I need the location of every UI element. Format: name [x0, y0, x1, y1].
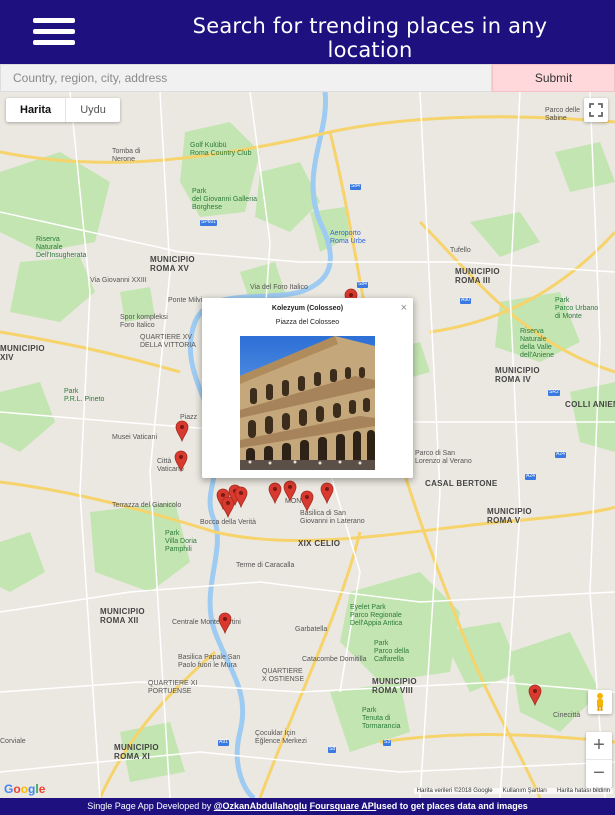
place-marker-icon[interactable]: [268, 482, 282, 505]
place-marker-icon[interactable]: [218, 612, 232, 635]
place-marker-icon[interactable]: [234, 486, 248, 509]
page-footer: Single Page App Developed by @OzkanAbdul…: [0, 798, 615, 815]
pegman-icon: [597, 693, 603, 711]
map-label-bocca: Bocca della Verità: [200, 519, 257, 526]
map-label-park-pamphili: Park Villa Doria Pamphili: [165, 530, 197, 554]
map-label-cocuklar: Çocuklar İçin Eğlence Merkezi: [255, 730, 307, 746]
map-label-park-borghese: Park del Giovanni Galleria Borghese: [192, 188, 257, 212]
info-window: × Kolezyum (Colosseo) Piazza del Colosse…: [202, 298, 413, 478]
map-type-control: Harita Uydu: [6, 98, 120, 122]
map-label-municipio-xi: MUNICIPIO ROMA XI: [114, 743, 159, 762]
page-title: Search for trending places in any locati…: [192, 14, 548, 62]
map-label-aeroporto: Aeroporto Roma Urbe: [330, 230, 366, 246]
map-label-via-giovanni: Via Giovanni XXIII: [90, 277, 147, 284]
attribution-data: Harita verileri ©2018 Google: [416, 788, 493, 794]
road-badge-a24: A24: [525, 473, 536, 480]
road-badge-s84-a: S84: [350, 183, 361, 190]
place-marker-icon[interactable]: [320, 482, 334, 505]
map-label-parco-sabine: Parco delle Sabine: [545, 107, 581, 123]
map-label-park-tor: Park Tenuta di Tormarancia: [362, 707, 401, 731]
map-type-map-button[interactable]: Harita: [6, 98, 67, 122]
map-label-municipio-iv: MUNICIPIO ROMA IV: [495, 366, 540, 385]
search-bar: Submit: [0, 64, 615, 92]
map-label-municipio-v: MUNICIPIO ROMA V: [487, 507, 532, 526]
app-header: Search for trending places in any locati…: [0, 0, 615, 64]
fullscreen-icon: [589, 103, 603, 117]
hamburger-bar-bottom: [33, 40, 75, 45]
map-label-xix-celio: XIX CELIO: [298, 539, 341, 548]
map-label-corviale: Corviale: [0, 738, 26, 745]
map-attribution: Harita verileri ©2018 Google Kullanım Şa…: [413, 788, 613, 794]
road-badge-a90: A90: [460, 297, 471, 304]
attribution-terms-link[interactable]: Kullanım Şartları: [503, 788, 547, 794]
road-badge-a91: A91: [218, 739, 229, 746]
map-label-municipio-xiv: MUNICIPIO XIV: [0, 344, 45, 363]
author-link[interactable]: @OzkanAbdullahoglu: [214, 801, 307, 811]
place-marker-icon[interactable]: [175, 420, 189, 443]
map-label-riserva-insugherata: Riserva Naturale Dell'Insugherata: [36, 236, 87, 260]
footer-prefix: Single Page App Developed by: [87, 801, 214, 811]
map-label-cinecitta: Cinecittà: [553, 712, 581, 719]
map-label-terrazza: Terrazza del Gianicolo: [112, 502, 182, 509]
map-label-riserva-aniene: Riserva Naturale della Valle dell'Aniene: [520, 328, 555, 360]
foursquare-api-link[interactable]: Foursquare API: [310, 801, 377, 811]
map-label-eyelet: Eyelet Park Parco Regionale Dell'Appia A…: [350, 604, 403, 628]
place-marker-icon[interactable]: [528, 684, 542, 707]
map-label-park-caffarella: Park Parco della Caffarella: [374, 640, 410, 664]
road-badge-sr2: SR2: [548, 389, 560, 396]
map-label-basilica-paolo: Basilica Papale San Paolo fuori le Mura: [178, 654, 241, 670]
map-label-colli-aniene: COLLI ANIENE: [565, 400, 615, 409]
road-badge-s84-b: S84: [357, 281, 368, 288]
place-marker-icon[interactable]: [174, 450, 188, 473]
map-type-satellite-button[interactable]: Uydu: [66, 98, 120, 122]
map-label-foro-italico: Via del Foro Italico: [250, 284, 308, 291]
zoom-in-button[interactable]: +: [586, 732, 612, 760]
map-label-casal-bertone: CASAL BERTONE: [425, 479, 498, 488]
map-label-quartiere-ostiense: QUARTIERE X OSTIENSE: [262, 668, 305, 684]
map-label-municipio-xv: MUNICIPIO ROMA XV: [150, 255, 195, 274]
map-label-catacombe: Catacombe Domitilla: [302, 656, 367, 663]
google-map[interactable]: Tomba di Nerone Golf Kulübü Roma Country…: [0, 92, 615, 798]
map-label-spor-kompleksi: Spor kompleksi Foro Italico: [120, 314, 168, 330]
hamburger-bar-top: [33, 18, 75, 23]
map-label-municipio-xii: MUNICIPIO ROMA XII: [100, 607, 145, 626]
location-search-input[interactable]: [0, 64, 492, 92]
map-label-san-giovanni: Basilica di San Giovanni in Laterano: [300, 510, 365, 526]
map-label-terme: Terme di Caracalla: [236, 562, 295, 569]
map-label-musei-vaticani: Musei Vaticani: [112, 434, 158, 441]
road-badge-a24-b: A24: [555, 451, 566, 458]
footer-suffix: used to get places data and images: [376, 801, 528, 811]
info-window-address: Piazza del Colosseo: [275, 319, 340, 326]
map-label-municipio-viii: MUNICIPIO ROMA VIII: [372, 677, 417, 696]
map-label-park-urbano: Park Parco Urbano di Monte: [555, 297, 599, 321]
zoom-out-button[interactable]: −: [586, 760, 612, 788]
map-label-garbatella: Garbatella: [295, 626, 328, 633]
place-marker-icon[interactable]: [300, 490, 314, 513]
map-label-park-pineto: Park P.R.L. Pineto: [64, 388, 105, 404]
zoom-control: + −: [586, 732, 612, 788]
street-view-pegman-button[interactable]: [588, 690, 612, 714]
map-label-golf: Golf Kulübü Roma Country Club: [190, 142, 252, 158]
map-label-portuense: QUARTIERE XI PORTUENSE: [148, 680, 198, 696]
menu-hamburger-icon[interactable]: [33, 16, 77, 48]
map-label-tomba: Tomba di Nerone: [112, 148, 141, 164]
road-badge-sp601: SP601: [200, 219, 218, 226]
attribution-report-link[interactable]: Harita hatası bildirin: [557, 788, 610, 794]
info-window-title: Kolezyum (Colosseo): [271, 305, 344, 312]
colosseum-photo: [240, 336, 375, 470]
google-logo[interactable]: Google: [4, 782, 45, 796]
hamburger-bar-middle: [33, 29, 75, 34]
road-badge-s3: S3: [383, 739, 392, 746]
map-label-tor-sapienza: Parco di San Lorenzo al Verano: [415, 450, 472, 466]
submit-button[interactable]: Submit: [492, 64, 615, 92]
place-marker-icon[interactable]: [283, 480, 297, 503]
map-label-municipio-iii: MUNICIPIO ROMA III: [455, 267, 500, 286]
map-label-quartiere-vittoria: QUARTIERE XV DELLA VITTORIA: [140, 334, 196, 350]
road-badge-s8: S8: [328, 746, 337, 753]
map-label-ponte-milvio: Ponte Milvio: [168, 297, 207, 304]
fullscreen-button[interactable]: [584, 98, 608, 122]
map-label-tufello: Tufello: [450, 247, 471, 254]
